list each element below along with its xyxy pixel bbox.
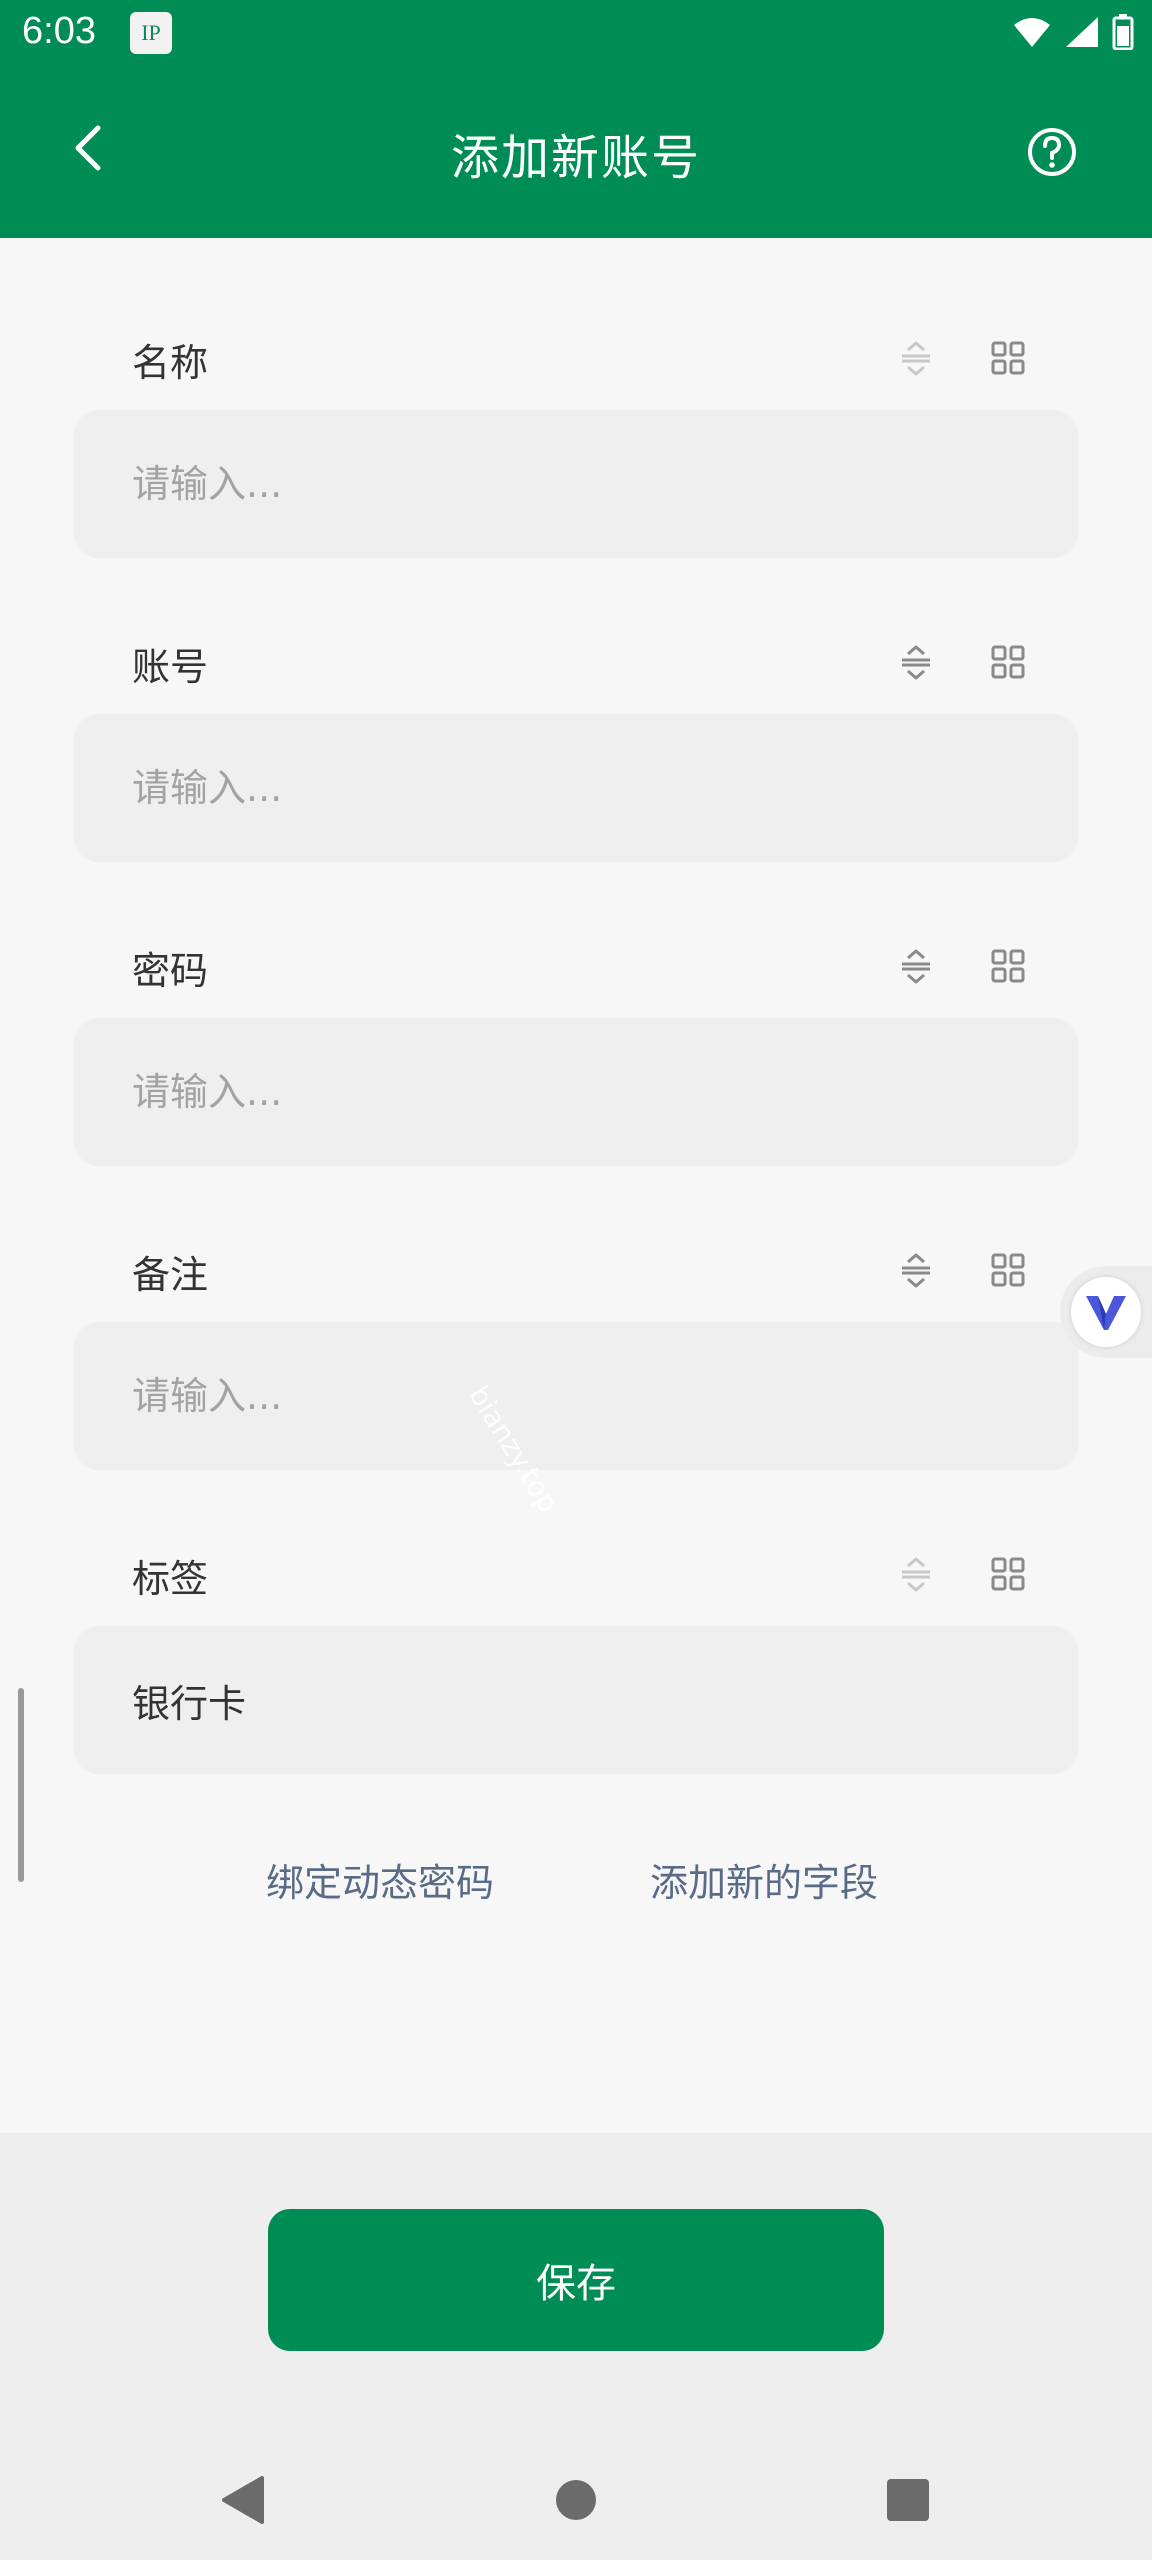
nav-home-button[interactable] (544, 2468, 608, 2532)
bind-otp-link[interactable]: 绑定动态密码 (266, 1852, 494, 1907)
field-options-button[interactable] (988, 1250, 1028, 1290)
grid-icon (991, 645, 1025, 679)
status-bar: 6:03 IP (0, 0, 1152, 70)
save-button[interactable]: 保存 (268, 2209, 884, 2351)
form-content: 名称 账号 (0, 238, 1152, 2133)
input-box (74, 714, 1078, 862)
field-options-button[interactable] (988, 338, 1028, 378)
field-label: 备注 (132, 1253, 209, 1297)
input-box (74, 1626, 1078, 1774)
circle-home-icon (556, 2480, 596, 2520)
sort-handle[interactable] (896, 1554, 936, 1594)
sort-arrows-icon (902, 645, 930, 680)
status-time: 6:03 (22, 10, 96, 52)
field-label: 密码 (132, 949, 209, 993)
input-box (74, 1322, 1078, 1470)
triangle-back-icon (222, 2476, 264, 2524)
input-box (74, 410, 1078, 558)
grid-icon (991, 1253, 1025, 1287)
sort-arrows-icon (902, 1253, 930, 1288)
field-label: 标签 (132, 1557, 209, 1601)
wifi-icon (1014, 18, 1050, 47)
sort-arrows-icon (902, 949, 930, 984)
battery-icon (1112, 14, 1134, 50)
add-field-link[interactable]: 添加新的字段 (650, 1852, 878, 1907)
password-input[interactable] (74, 1018, 1078, 1166)
field-options-button[interactable] (988, 1554, 1028, 1594)
sort-handle[interactable] (896, 642, 936, 682)
input-box (74, 1018, 1078, 1166)
sort-arrows-icon (902, 1557, 930, 1592)
field-label: 名称 (132, 341, 209, 385)
app-bar: 添加新账号 (0, 70, 1152, 238)
square-recents-icon (887, 2479, 929, 2521)
name-input[interactable] (74, 410, 1078, 558)
sort-arrows-icon (902, 341, 930, 376)
sort-handle[interactable] (896, 338, 936, 378)
account-input[interactable] (74, 714, 1078, 862)
page-title: 添加新账号 (450, 130, 701, 186)
field-options-button[interactable] (988, 642, 1028, 682)
field-actions: 绑定动态密码 添加新的字段 (0, 1828, 1152, 1918)
grid-icon (991, 949, 1025, 983)
nav-recents-button[interactable] (876, 2468, 940, 2532)
note-input[interactable] (74, 1322, 1078, 1470)
sort-handle[interactable] (896, 1250, 936, 1290)
ip-badge: IP (130, 12, 172, 54)
scrollbar[interactable] (18, 1688, 24, 1882)
sort-handle[interactable] (896, 946, 936, 986)
v-logo-icon (1086, 1296, 1126, 1330)
assistant-logo (1071, 1277, 1141, 1347)
field-options-button[interactable] (988, 946, 1028, 986)
tag-input[interactable] (74, 1626, 1078, 1774)
help-button[interactable] (1026, 126, 1078, 178)
nav-back-button[interactable] (210, 2468, 274, 2532)
system-nav-bar (0, 2440, 1152, 2560)
grid-icon (991, 341, 1025, 375)
signal-icon (1066, 17, 1098, 47)
question-circle-icon (1028, 128, 1076, 176)
field-label: 账号 (132, 645, 209, 689)
grid-icon (991, 1557, 1025, 1591)
floating-assistant-button[interactable] (1060, 1266, 1152, 1358)
status-icons (1012, 14, 1134, 50)
